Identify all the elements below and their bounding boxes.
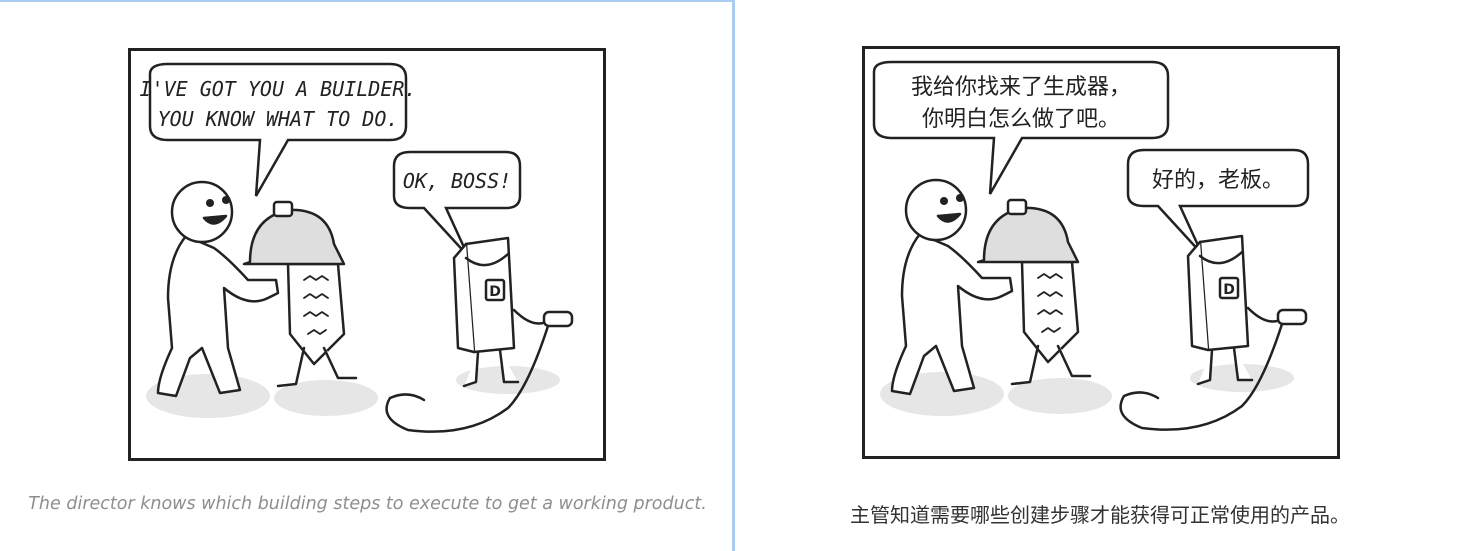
bubble-director-line1: I'VE GOT YOU A BUILDER. — [140, 77, 417, 101]
figure-caption: The director knows which building steps … — [28, 494, 707, 514]
builder-badge-letter: D — [1223, 282, 1235, 298]
comic-panel-chinese: 我给你找来了生成器， 你明白怎么做了吧。 好的，老板。 D 主管知道需要哪些创建… — [738, 0, 1462, 551]
comic-illustration: 我给你找来了生成器， 你明白怎么做了吧。 好的，老板。 D — [862, 46, 1340, 459]
comic-svg: 我给你找来了生成器， 你明白怎么做了吧。 好的，老板。 D — [862, 46, 1340, 459]
bubble-builder-text: OK, BOSS! — [403, 169, 511, 193]
figure-caption: 主管知道需要哪些创建步骤才能获得可正常使用的产品。 — [850, 503, 1350, 527]
comic-illustration: I'VE GOT YOU A BUILDER. YOU KNOW WHAT TO… — [128, 48, 606, 461]
comic-svg: I'VE GOT YOU A BUILDER. YOU KNOW WHAT TO… — [128, 48, 606, 461]
comic-panel-english: I'VE GOT YOU A BUILDER. YOU KNOW WHAT TO… — [0, 0, 735, 551]
bubble-director-line2: 你明白怎么做了吧。 — [922, 107, 1120, 132]
builder-badge-letter: D — [489, 284, 501, 300]
bubble-builder-text: 好的，老板。 — [1152, 168, 1284, 193]
bubble-director-line2: YOU KNOW WHAT TO DO. — [158, 107, 399, 131]
bubble-director-line1: 我给你找来了生成器， — [911, 75, 1131, 100]
